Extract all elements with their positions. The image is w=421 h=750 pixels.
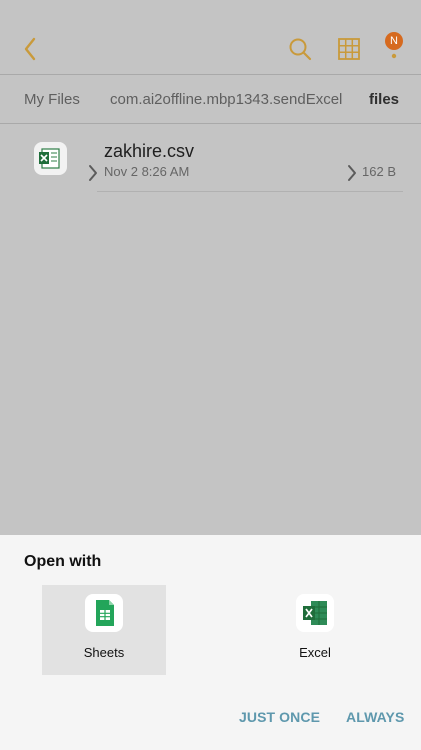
breadcrumb-files: files <box>369 91 400 108</box>
always-button[interactable]: ALWAYS <box>346 709 404 725</box>
notification-badge[interactable]: N <box>385 32 403 50</box>
sheets-icon <box>85 594 123 632</box>
file-name: zakhire.csv <box>104 141 195 161</box>
excel-label: Excel <box>299 645 331 660</box>
sheets-label: Sheets <box>83 645 125 660</box>
sheets-app-option[interactable]: Sheets <box>42 585 166 675</box>
breadcrumb-my-files[interactable]: My Files <box>24 91 80 108</box>
search-icon[interactable] <box>287 36 313 62</box>
excel-app-option[interactable]: Excel <box>253 585 377 675</box>
just-once-button[interactable]: JUST ONCE <box>239 709 320 725</box>
file-divider <box>97 191 403 192</box>
excel-file-icon <box>34 142 67 175</box>
back-chevron-icon[interactable] <box>18 35 42 63</box>
grid-view-icon[interactable] <box>338 38 360 60</box>
breadcrumb: My Files com.ai2offline.mbp1343.sendExce… <box>0 74 421 181</box>
open-with-title: Open with <box>24 553 102 570</box>
file-date: Nov 2 8:26 AM <box>104 164 190 179</box>
breadcrumb-sendexcel[interactable]: com.ai2offline.mbp1343.sendExcel <box>110 91 342 108</box>
file-size: 162 B <box>362 164 396 179</box>
top-app-bar: N <box>0 0 421 74</box>
excel-icon <box>296 594 334 632</box>
